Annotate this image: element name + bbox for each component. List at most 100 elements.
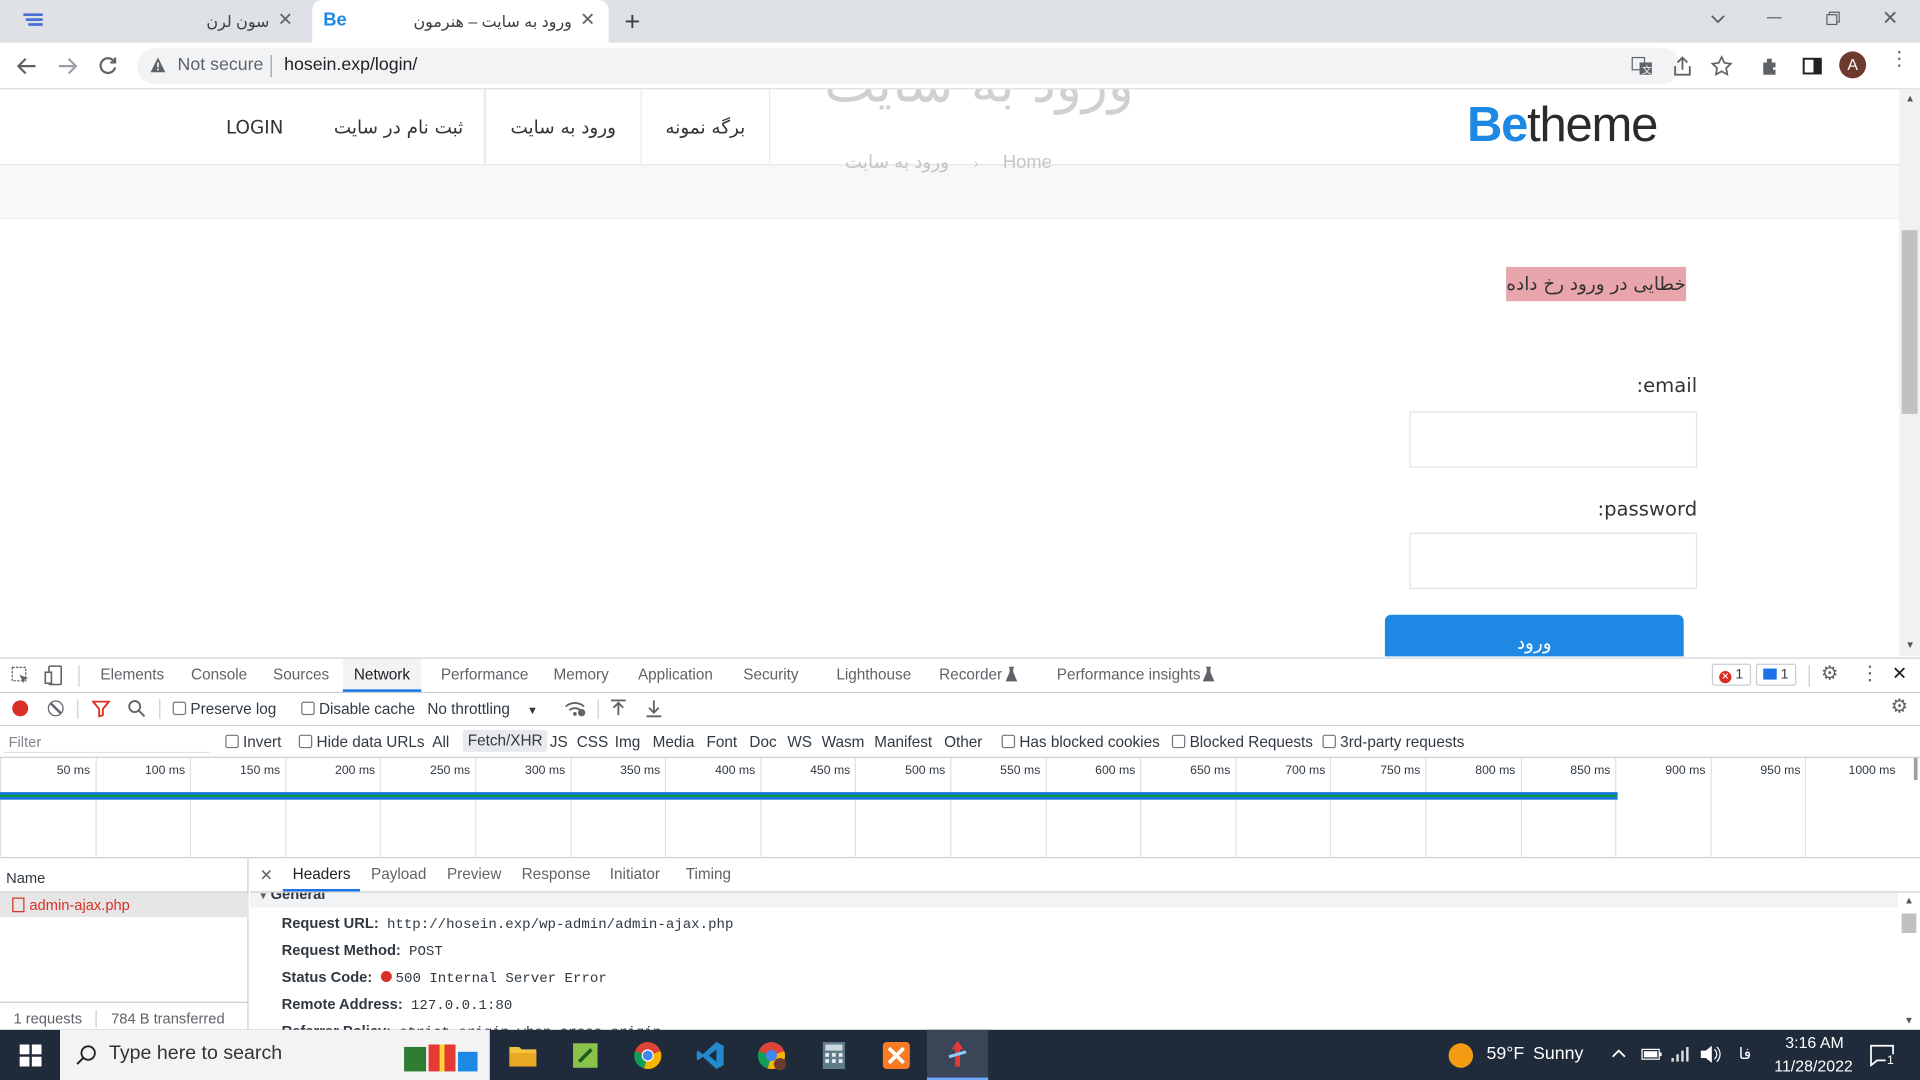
filter-all[interactable]: All [432, 733, 449, 750]
tab-performance-insights[interactable]: Performance insights [1057, 659, 1201, 692]
avatar[interactable]: A [1839, 51, 1867, 79]
filter-manifest[interactable]: Manifest [874, 733, 932, 750]
filter-other[interactable]: Other [944, 733, 982, 750]
share-icon[interactable] [1671, 55, 1693, 77]
menu-icon[interactable]: ⋮ [1889, 50, 1909, 70]
filter-font[interactable]: Font [707, 733, 738, 750]
settings-gear-icon[interactable]: ⚙ [1821, 664, 1839, 685]
message-count-badge[interactable]: 1 [1755, 663, 1796, 686]
tab-active[interactable]: Be ورود به سایت – هنرمون ✕ [312, 0, 609, 43]
filter-icon[interactable] [91, 699, 111, 718]
active-app-icon[interactable] [926, 1029, 989, 1080]
nav-sample-page[interactable]: برگه نمونه [642, 89, 771, 166]
import-har-icon[interactable] [610, 699, 627, 717]
scroll-up-icon[interactable]: ▲ [1904, 895, 1914, 906]
new-tab-icon[interactable]: + [624, 6, 640, 38]
notepad-app-icon[interactable] [555, 1030, 616, 1080]
password-field[interactable] [1409, 532, 1698, 589]
tab-headers[interactable]: Headers [282, 858, 361, 892]
nav-login-page[interactable]: ورود به سایت [484, 89, 642, 166]
overview-scroll-handle[interactable] [1913, 757, 1918, 781]
tab-search-icon[interactable] [22, 11, 46, 31]
third-party-checkbox[interactable]: 3rd-party requests [1322, 733, 1464, 751]
scroll-down-icon[interactable]: ▼ [1904, 1015, 1914, 1026]
device-toolbar-icon[interactable] [44, 665, 64, 686]
file-explorer-icon[interactable] [492, 1030, 553, 1080]
nav-login[interactable]: LOGIN [196, 89, 314, 165]
weather-temp[interactable]: 59°F [1487, 1044, 1525, 1064]
email-field[interactable] [1409, 411, 1698, 468]
submit-button[interactable]: ورود [1384, 614, 1684, 657]
clock-date[interactable]: 11/28/2022 [1774, 1057, 1853, 1075]
close-window-icon[interactable]: ✕ [1882, 6, 1898, 30]
tray-chevron-icon[interactable] [1610, 1044, 1627, 1061]
filter-css[interactable]: CSS [577, 733, 608, 750]
close-tab-icon[interactable]: ✕ [277, 11, 294, 29]
preserve-log-checkbox[interactable]: Preserve log [172, 700, 276, 718]
tab-sources[interactable]: Sources [273, 659, 329, 692]
inspect-element-icon[interactable] [11, 666, 31, 686]
back-icon[interactable] [16, 55, 38, 77]
taskbar-search-box[interactable]: Type here to search [60, 1029, 490, 1080]
invert-checkbox[interactable]: Invert [225, 733, 281, 751]
site-logo[interactable]: Betheme [1467, 98, 1658, 153]
scroll-thumb[interactable] [1901, 230, 1918, 414]
disable-cache-checkbox[interactable]: Disable cache [301, 700, 415, 718]
start-windows-icon[interactable] [0, 1030, 61, 1080]
name-column-header[interactable]: Name [0, 858, 249, 893]
tab-application[interactable]: Application [638, 659, 713, 692]
request-row[interactable]: admin-ajax.php [0, 892, 249, 918]
tab-initiator[interactable]: Initiator [610, 858, 660, 891]
tab-performance[interactable]: Performance [441, 659, 529, 692]
tab-payload[interactable]: Payload [371, 858, 426, 891]
filter-img[interactable]: Img [615, 733, 641, 750]
details-scrollbar[interactable]: ▲ ▼ [1897, 892, 1920, 1032]
error-count-badge[interactable]: ✕ 1 [1711, 663, 1751, 686]
tab-list-icon[interactable] [1709, 10, 1726, 27]
filter-media[interactable]: Media [653, 733, 695, 750]
devtools-menu-icon[interactable]: ⋮ [1860, 664, 1880, 686]
clear-icon[interactable] [47, 700, 64, 717]
tab-inactive[interactable]: سون لرن ✕ [73, 0, 306, 43]
reload-icon[interactable] [97, 55, 119, 77]
tab-security[interactable]: Security [743, 659, 798, 692]
side-panel-icon[interactable] [1801, 55, 1823, 77]
filter-doc[interactable]: Doc [749, 733, 776, 750]
weather-desc[interactable]: Sunny [1533, 1044, 1583, 1064]
forward-icon[interactable] [56, 55, 78, 77]
filter-input[interactable]: Filter [3, 731, 210, 754]
filter-ws[interactable]: WS [787, 733, 812, 750]
wifi-icon[interactable] [1670, 1044, 1690, 1064]
chrome-icon[interactable] [617, 1030, 678, 1080]
scroll-up-icon[interactable]: ▲ [1905, 93, 1915, 104]
hide-data-urls-checkbox[interactable]: Hide data URLs [298, 733, 425, 751]
throttling-select[interactable]: No throttling ▼ [427, 700, 538, 717]
record-icon[interactable] [12, 700, 29, 717]
clock-time[interactable]: 3:16 AM [1785, 1033, 1843, 1051]
url-text[interactable]: hosein.exp/login/ [284, 55, 417, 75]
translate-icon[interactable]: 文 [1631, 55, 1653, 77]
tab-network[interactable]: Network [342, 658, 422, 692]
close-tab-icon[interactable]: ✕ [579, 11, 596, 29]
export-har-icon[interactable] [645, 699, 662, 718]
tab-preview[interactable]: Preview [447, 858, 501, 891]
scroll-down-icon[interactable]: ▼ [1905, 639, 1915, 650]
bookmark-star-icon[interactable] [1710, 55, 1733, 77]
tab-response[interactable]: Response [522, 858, 591, 891]
blocked-requests-checkbox[interactable]: Blocked Requests [1171, 733, 1313, 751]
tab-memory[interactable]: Memory [553, 659, 608, 692]
address-bar[interactable]: Not secure hosein.exp/login/ 文 [137, 47, 1733, 85]
extensions-icon[interactable] [1760, 55, 1782, 77]
close-devtools-icon[interactable]: ✕ [1892, 664, 1907, 686]
restore-icon[interactable] [1826, 11, 1841, 26]
network-conditions-icon[interactable] [564, 699, 586, 717]
tab-console[interactable]: Console [191, 659, 247, 692]
search-icon[interactable] [127, 699, 146, 717]
page-scrollbar[interactable]: ▲ ▼ [1899, 89, 1920, 657]
weather-sun-icon[interactable] [1448, 1043, 1474, 1068]
close-details-icon[interactable]: ✕ [260, 866, 273, 886]
blocked-cookies-checkbox[interactable]: Has blocked cookies [1001, 733, 1160, 751]
tab-timing[interactable]: Timing [686, 858, 731, 891]
battery-icon[interactable] [1641, 1046, 1663, 1063]
scroll-thumb[interactable] [1901, 913, 1917, 934]
